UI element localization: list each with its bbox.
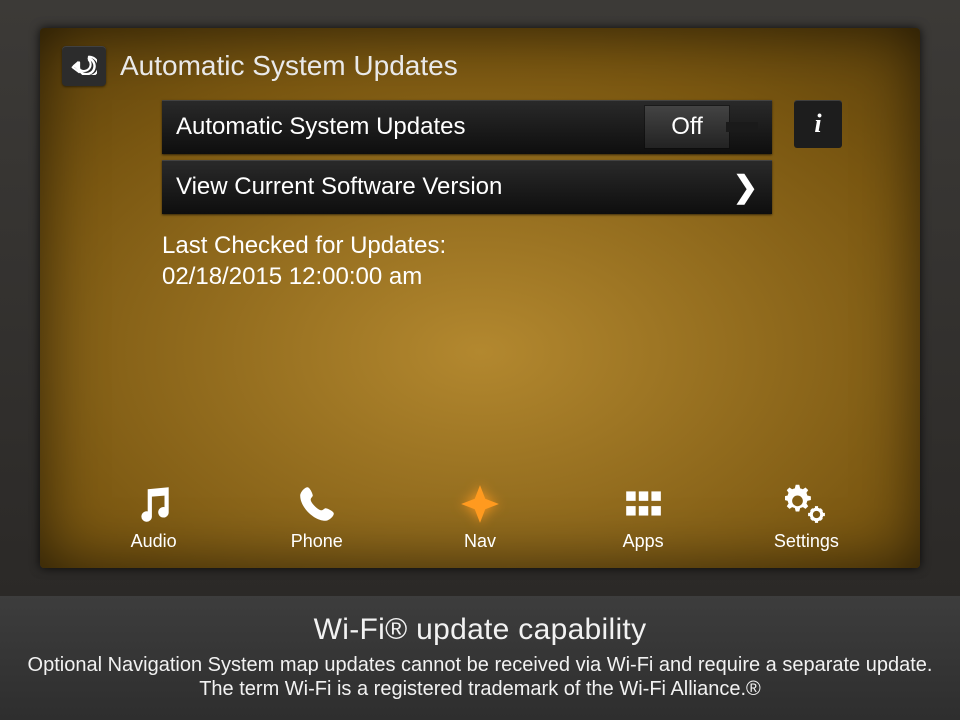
nav-label: Settings [774, 531, 839, 552]
status-value: 02/18/2015 12:00:00 am [162, 261, 898, 292]
last-checked-status: Last Checked for Updates: 02/18/2015 12:… [162, 230, 898, 292]
status-label: Last Checked for Updates: [162, 230, 898, 261]
caption-body: Optional Navigation System map updates c… [20, 653, 940, 702]
row-label: View Current Software Version [176, 173, 502, 201]
nav-label: Apps [623, 531, 664, 552]
toggle-automatic-updates[interactable]: Off [644, 105, 730, 149]
apps-grid-icon [620, 481, 666, 527]
chevron-right-icon: ❯ [733, 170, 758, 205]
back-button[interactable] [62, 46, 106, 86]
touchscreen: Automatic System Updates i Automatic Sys… [40, 28, 920, 568]
nav-label: Audio [131, 531, 177, 552]
nav-phone[interactable]: Phone [247, 481, 387, 552]
nav-settings[interactable]: Settings [736, 481, 876, 552]
phone-icon [294, 481, 340, 527]
settings-rows: i Automatic System Updates Off View Curr… [162, 100, 842, 220]
page-title: Automatic System Updates [120, 50, 458, 82]
device-bezel: Automatic System Updates i Automatic Sys… [0, 0, 960, 596]
row-label: Automatic System Updates [176, 113, 465, 141]
row-view-version[interactable]: View Current Software Version ❯ [162, 160, 772, 214]
toggle-rail [726, 122, 758, 132]
row-automatic-updates[interactable]: Automatic System Updates Off [162, 100, 772, 154]
caption-bar: Wi-Fi® update capability Optional Naviga… [0, 596, 960, 720]
back-icon [71, 53, 97, 80]
bottom-nav: Audio Phone Nav Apps [62, 481, 898, 558]
caption-title: Wi-Fi® update capability [20, 613, 940, 647]
compass-star-icon [457, 481, 503, 527]
info-button[interactable]: i [794, 100, 842, 148]
music-note-icon [131, 481, 177, 527]
nav-audio[interactable]: Audio [84, 481, 224, 552]
toggle-state: Off [671, 113, 703, 141]
info-icon: i [814, 109, 821, 139]
nav-navigation[interactable]: Nav [410, 481, 550, 552]
nav-label: Nav [464, 531, 496, 552]
gears-icon [783, 481, 829, 527]
nav-apps[interactable]: Apps [573, 481, 713, 552]
nav-label: Phone [291, 531, 343, 552]
header-bar: Automatic System Updates [62, 46, 898, 86]
